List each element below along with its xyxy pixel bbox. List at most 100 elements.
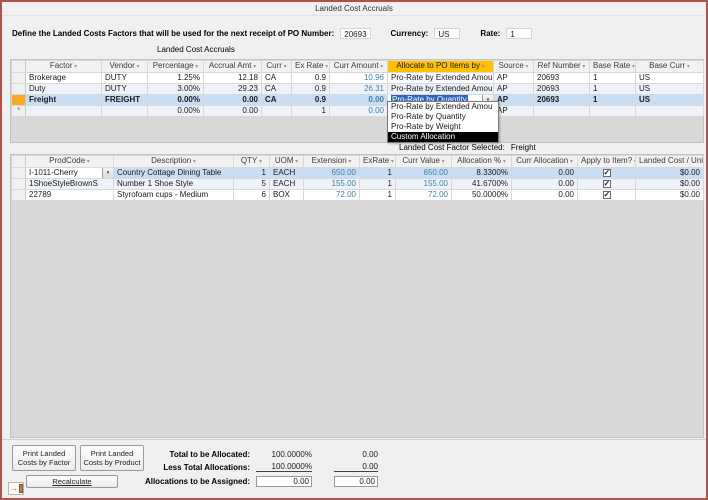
cell-curr-value[interactable]: 72.00 [396, 190, 452, 201]
cell-curr[interactable] [262, 106, 292, 117]
dropdown-item[interactable]: Pro-Rate by Extended Amou [388, 102, 498, 112]
apply-checkbox-checked[interactable] [603, 169, 611, 177]
apply-checkbox-checked[interactable] [603, 191, 611, 199]
cell-curr-amount[interactable]: 0.00 [330, 95, 388, 106]
apply-checkbox-checked[interactable] [603, 180, 611, 188]
new-record-selector[interactable]: * [12, 106, 26, 117]
cell-accrual-amt[interactable]: 0.00 [204, 95, 262, 106]
column-header-base-rate[interactable]: Base Rate [590, 61, 636, 73]
cell-curr[interactable]: CA [262, 84, 292, 95]
cell-base-rate[interactable] [590, 106, 636, 117]
cell-factor[interactable]: Freight [26, 95, 102, 106]
cell-exrate[interactable]: 1 [360, 179, 396, 190]
cell-ex-rate[interactable]: 0.9 [292, 73, 330, 84]
cell-curr-allocation[interactable]: 0.00 [512, 179, 578, 190]
cell-extension[interactable]: 72.00 [304, 190, 360, 201]
cell-base-rate[interactable]: 1 [590, 73, 636, 84]
cell-ref-number[interactable]: 20693 [534, 95, 590, 106]
cell-accrual-amt[interactable]: 0.00 [204, 106, 262, 117]
cell-source[interactable]: AP [494, 84, 534, 95]
cell-percentage[interactable]: 3.00% [148, 84, 204, 95]
cell-base-rate[interactable]: 1 [590, 95, 636, 106]
cell-description[interactable]: Number 1 Shoe Style [114, 179, 234, 190]
column-header-extension[interactable]: Extension [304, 156, 360, 168]
cell-ex-rate[interactable]: 0.9 [292, 95, 330, 106]
rate-field[interactable]: 1 [506, 28, 532, 39]
dropdown-item-highlighted[interactable]: Custom Allocation [388, 132, 498, 142]
column-header-source[interactable]: Source [494, 61, 534, 73]
cell-factor[interactable]: Duty [26, 84, 102, 95]
cell-vendor[interactable] [102, 106, 148, 117]
column-header-percentage[interactable]: Percentage [148, 61, 204, 73]
column-header-prodcode[interactable]: ProdCode [26, 156, 114, 168]
cell-ref-number[interactable]: 20693 [534, 73, 590, 84]
cell-curr-allocation[interactable]: 0.00 [512, 168, 578, 179]
cell-landed-cost-unit[interactable]: $0.00 [636, 179, 704, 190]
column-header-uom[interactable]: UOM [270, 156, 304, 168]
record-selector[interactable] [12, 168, 26, 179]
cell-prodcode-combo[interactable]: I-1011-Cherry [26, 168, 114, 179]
cell-curr-value[interactable]: 155.00 [396, 179, 452, 190]
cell-base-curr[interactable]: US [636, 95, 704, 106]
cell-uom[interactable]: EACH [270, 168, 304, 179]
cell-curr-amount[interactable]: 0.00 [330, 106, 388, 117]
column-header-allocation-pct[interactable]: Allocation % [452, 156, 512, 168]
cell-landed-cost-unit[interactable]: $0.00 [636, 190, 704, 201]
cell-extension[interactable]: 155.00 [304, 179, 360, 190]
cell-base-curr[interactable] [636, 106, 704, 117]
cell-prodcode[interactable]: 1ShoeStyleBrownS [26, 179, 114, 190]
cell-ex-rate[interactable]: 1 [292, 106, 330, 117]
combo-dropdown-arrow-icon[interactable] [102, 168, 113, 178]
po-number-field[interactable]: 20693 [340, 28, 370, 39]
cell-allocate-by[interactable]: Pro-Rate by Extended Amou [388, 73, 494, 84]
column-header-qty[interactable]: QTY [234, 156, 270, 168]
cell-extension[interactable]: 650.00 [304, 168, 360, 179]
cell-source[interactable]: AP [494, 73, 534, 84]
cell-prodcode[interactable]: 22789 [26, 190, 114, 201]
column-header-landed-cost-unit[interactable]: Landed Cost / Unit [636, 156, 704, 168]
dropdown-item[interactable]: Pro-Rate by Quantity [388, 112, 498, 122]
cell-accrual-amt[interactable]: 12.18 [204, 73, 262, 84]
cell-description[interactable]: Styrofoam cups - Medium [114, 190, 234, 201]
cell-source[interactable]: AP [494, 95, 534, 106]
column-header-allocate-by[interactable]: Allocate to PO Items by [388, 61, 494, 73]
cell-description[interactable]: Country Cottage Dining Table [114, 168, 234, 179]
cell-factor[interactable] [26, 106, 102, 117]
cell-allocation-pct[interactable]: 41.6700% [452, 179, 512, 190]
column-header-curr[interactable]: Curr [262, 61, 292, 73]
column-header-curr-amount[interactable]: Curr Amount [330, 61, 388, 73]
record-selector[interactable] [12, 84, 26, 95]
cell-base-curr[interactable]: US [636, 73, 704, 84]
recalculate-button[interactable]: Recalculate [26, 475, 118, 488]
cell-percentage[interactable]: 0.00% [148, 95, 204, 106]
record-selector[interactable] [12, 73, 26, 84]
cell-qty[interactable]: 6 [234, 190, 270, 201]
window-titlebar[interactable]: Landed Cost Accruals [2, 2, 706, 16]
cell-curr-value[interactable]: 650.00 [396, 168, 452, 179]
cell-uom[interactable]: BOX [270, 190, 304, 201]
cell-landed-cost-unit[interactable]: $0.00 [636, 168, 704, 179]
cell-ref-number[interactable]: 20693 [534, 84, 590, 95]
print-costs-by-factor-button[interactable]: Print Landed Costs by Factor [12, 445, 76, 471]
record-selector-active[interactable] [12, 95, 26, 106]
cell-ref-number[interactable] [534, 106, 590, 117]
column-header-ref-number[interactable]: Ref Number [534, 61, 590, 73]
dropdown-item[interactable]: Pro-Rate by Weight [388, 122, 498, 132]
cell-curr[interactable]: CA [262, 73, 292, 84]
currency-field[interactable]: US [434, 28, 460, 39]
cell-percentage[interactable]: 0.00% [148, 106, 204, 117]
cell-factor[interactable]: Brokerage [26, 73, 102, 84]
cell-qty[interactable]: 5 [234, 179, 270, 190]
column-header-curr-value[interactable]: Curr Value [396, 156, 452, 168]
cell-curr-amount[interactable]: 26.31 [330, 84, 388, 95]
cell-source[interactable]: AP [494, 106, 534, 117]
cell-base-rate[interactable]: 1 [590, 84, 636, 95]
column-header-curr-allocation[interactable]: Curr Allocation [512, 156, 578, 168]
cell-ex-rate[interactable]: 0.9 [292, 84, 330, 95]
cell-allocate-by[interactable]: Pro-Rate by Extended Amou [388, 84, 494, 95]
cell-qty[interactable]: 1 [234, 168, 270, 179]
cell-base-curr[interactable]: US [636, 84, 704, 95]
column-header-vendor[interactable]: Vendor [102, 61, 148, 73]
cell-allocation-pct[interactable]: 8.3300% [452, 168, 512, 179]
record-selector[interactable] [12, 190, 26, 201]
